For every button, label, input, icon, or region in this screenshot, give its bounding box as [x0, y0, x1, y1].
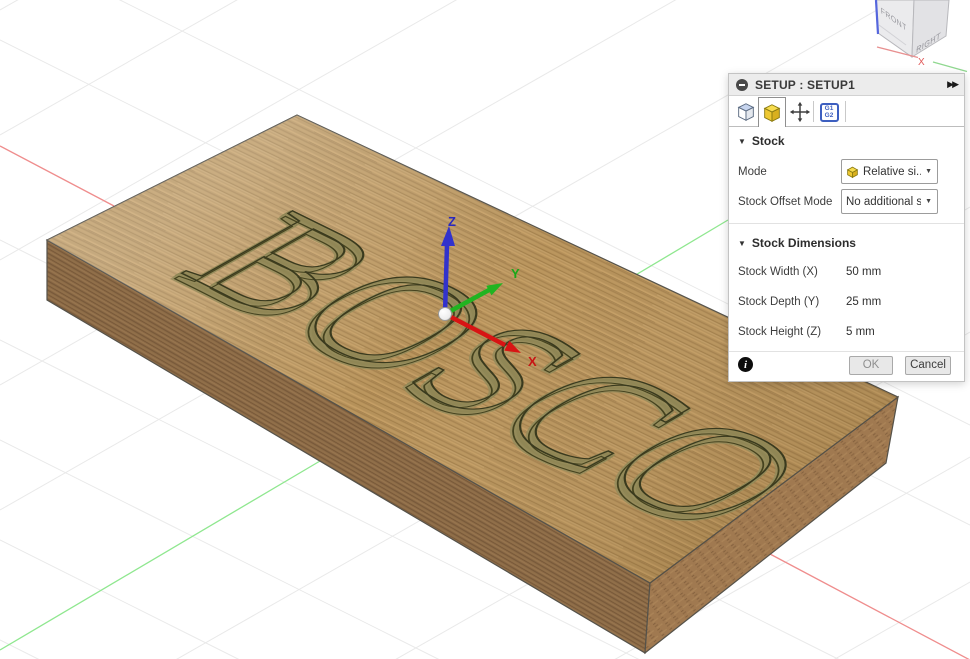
mode-value: Relative si... [863, 166, 921, 178]
info-icon[interactable]: i [738, 357, 753, 372]
collapse-triangle-icon[interactable]: ▼ [738, 239, 746, 248]
tab-stock[interactable] [758, 97, 786, 127]
tab-separator [813, 101, 814, 122]
tab-post-process[interactable]: G1 G2 [817, 100, 841, 124]
chevron-down-icon: ▼ [925, 198, 932, 205]
g1-text: G1 [825, 105, 834, 112]
g1g2-icon: G1 G2 [820, 103, 839, 122]
expand-dialog-icon[interactable]: ▶▶ [947, 79, 957, 90]
y-axis-label: Y [511, 266, 520, 281]
section-stock[interactable]: ▼ Stock [738, 134, 785, 148]
ok-button[interactable]: OK [849, 356, 893, 375]
dialog-grip-icon[interactable] [736, 79, 748, 91]
tab-positions[interactable] [788, 100, 812, 124]
stock-width-value: 50 mm [846, 264, 881, 280]
stock-depth-label: Stock Depth (Y) [738, 294, 819, 310]
dialog-tab-bar: G1 G2 [729, 96, 964, 127]
section-stock-dimensions[interactable]: ▼ Stock Dimensions [738, 236, 856, 250]
setup-cube-icon [735, 101, 757, 123]
collapse-triangle-icon[interactable]: ▼ [738, 137, 746, 146]
x-axis-label: X [528, 354, 537, 369]
stock-height-label: Stock Height (Z) [738, 324, 821, 340]
stock-depth-value: 25 mm [846, 294, 881, 310]
dialog-header[interactable]: SETUP : SETUP1 ▶▶ [729, 74, 964, 96]
cancel-button[interactable]: Cancel [905, 356, 951, 375]
footer-divider [729, 351, 964, 352]
tab-setup[interactable] [734, 100, 758, 124]
move-arrows-icon [789, 101, 811, 123]
z-axis-label: Z [448, 214, 456, 229]
dialog-title: SETUP : SETUP1 [755, 78, 855, 92]
tab-separator [845, 101, 846, 122]
z-axis-arrow[interactable] [445, 244, 447, 314]
setup-dialog: SETUP : SETUP1 ▶▶ [728, 73, 965, 382]
section-stock-dimensions-title: Stock Dimensions [752, 236, 856, 250]
stock-width-label: Stock Width (X) [738, 264, 818, 280]
view-cube[interactable]: FRONT RIGHT X [876, 0, 967, 72]
mode-label: Mode [738, 164, 767, 180]
chevron-down-icon: ▼ [925, 168, 932, 175]
section-stock-title: Stock [752, 134, 785, 148]
stock-offset-mode-value: No additional s... [846, 196, 921, 208]
stock-height-value: 5 mm [846, 324, 875, 340]
stock-offset-mode-label: Stock Offset Mode [738, 194, 832, 210]
stock-offset-mode-dropdown[interactable]: No additional s... ▼ [841, 189, 938, 214]
mode-dropdown[interactable]: Relative si... ▼ [841, 159, 938, 184]
view-cube-y-axis [933, 62, 967, 72]
stock-cube-icon [846, 165, 859, 179]
g2-text: G2 [825, 112, 834, 119]
view-cube-x-label: X [918, 57, 925, 68]
origin-handle[interactable] [439, 308, 452, 321]
stock-cube-icon [761, 102, 783, 124]
section-divider [729, 223, 964, 224]
